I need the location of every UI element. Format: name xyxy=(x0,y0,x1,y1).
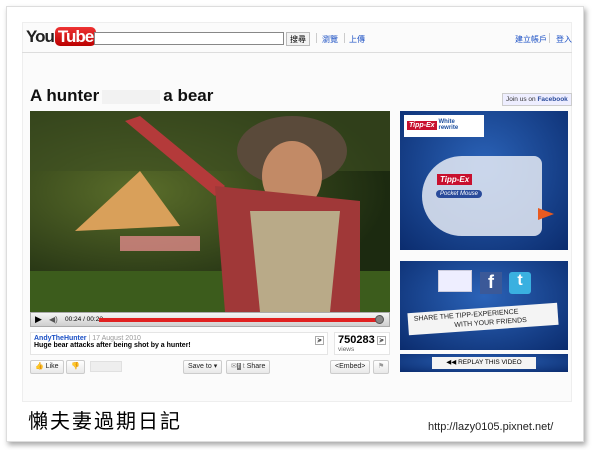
video-info: AndyTheHunter | 17 August 2010 Huge bear… xyxy=(30,332,328,355)
twitter-icon[interactable]: t xyxy=(509,272,531,294)
rating-bar xyxy=(90,361,122,372)
scrubber-handle[interactable] xyxy=(375,315,384,324)
logo-you: You xyxy=(26,27,55,46)
time-display: 00:24 / 00:22 xyxy=(65,316,103,323)
email-icon[interactable] xyxy=(438,270,472,292)
rewind-icon: ◀◀ xyxy=(446,359,459,366)
share-button[interactable]: ✉f t Share xyxy=(226,360,271,374)
product-brand: Tipp-Ex xyxy=(437,174,473,185)
replay-button[interactable]: ◀◀ REPLAY THIS VIDEO xyxy=(432,357,536,369)
tip xyxy=(538,208,554,220)
expand-icon[interactable]: ≽ xyxy=(314,336,324,345)
fb-name: Facebook xyxy=(537,96,568,103)
tippex-ad[interactable]: Tipp-Ex White rewrite Tipp-Ex Pocket Mous… xyxy=(400,111,568,250)
youtube-logo[interactable]: You Tube xyxy=(26,27,97,47)
progress-bar[interactable] xyxy=(99,318,381,322)
sign-in-link[interactable]: 登入 xyxy=(556,34,572,45)
like-label: Like xyxy=(45,363,59,370)
save-to-button[interactable]: Save to ▾ xyxy=(183,360,223,374)
embed-button[interactable]: <Embed> xyxy=(330,360,371,374)
replay-label: REPLAY THIS VIDEO xyxy=(458,359,522,366)
title-part2: a bear xyxy=(163,86,214,105)
video-frame-image xyxy=(30,111,390,312)
expand-icon[interactable]: ≽ xyxy=(376,336,386,345)
tippex-logo: Tipp-Ex White rewrite xyxy=(404,115,484,137)
video-title: A hunter a bear xyxy=(30,86,213,106)
title-blank xyxy=(102,89,161,104)
fb-prefix: Join us on xyxy=(506,96,536,103)
share-banner: SHARE THE TIPP-EXPERIENCE WITH YOUR FRIEN… xyxy=(407,302,559,336)
upload-link[interactable]: 上傳 xyxy=(349,34,365,45)
brand: Tipp-Ex xyxy=(407,120,437,130)
divider xyxy=(344,33,345,43)
share-ad: f t SHARE THE TIPP-EXPERIENCE WITH YOUR F… xyxy=(400,261,568,350)
facebook-icon: f xyxy=(236,363,241,370)
dislike-button[interactable]: 👎 xyxy=(66,360,85,374)
video-description: Huge bear attacks after being shot by a … xyxy=(34,342,191,349)
video-player[interactable] xyxy=(30,111,390,312)
browse-link[interactable]: 瀏覽 xyxy=(322,34,338,45)
blog-url[interactable]: http://lazy0105.pixnet.net/ xyxy=(428,421,553,433)
facebook-button[interactable]: Join us on Facebook xyxy=(502,93,572,106)
flag-icon: ⚑ xyxy=(378,363,385,370)
divider xyxy=(316,33,317,43)
upload-date: 17 August 2010 xyxy=(92,335,141,342)
thumbs-down-icon: 👎 xyxy=(71,363,80,370)
title-part1: A hunter xyxy=(30,86,100,105)
email-icon: ✉ xyxy=(231,363,237,370)
divider xyxy=(549,33,550,43)
view-count: 750283 views ≽ xyxy=(334,332,390,355)
search-button[interactable]: 搜尋 xyxy=(286,32,310,46)
views-label: views xyxy=(338,346,355,353)
volume-icon[interactable]: ◀) xyxy=(49,313,58,326)
chevron-down-icon: ▾ xyxy=(213,363,218,370)
like-button[interactable]: 👍 Like xyxy=(30,360,64,374)
product-image: Tipp-Ex Pocket Mouse xyxy=(422,156,554,236)
header-divider xyxy=(22,52,572,53)
flag-button[interactable]: ⚑ xyxy=(373,360,390,374)
play-icon[interactable]: ▶ xyxy=(35,313,42,326)
twitter-icon: t xyxy=(242,363,245,370)
tagline2: rewrite xyxy=(438,125,459,131)
logo-tube: Tube xyxy=(54,27,97,46)
share-label: Share xyxy=(246,363,266,370)
uploader-link[interactable]: AndyTheHunter xyxy=(34,335,87,342)
thumbs-up-icon: 👍 xyxy=(35,363,44,370)
search-input[interactable] xyxy=(94,32,284,45)
facebook-icon[interactable]: f xyxy=(480,272,502,294)
create-account-link[interactable]: 建立帳戶 xyxy=(515,34,547,45)
replay-ad[interactable]: ◀◀ REPLAY THIS VIDEO xyxy=(400,354,568,372)
save-to-label: Save to xyxy=(188,363,212,370)
blog-title: 懶夫妻過期日記 xyxy=(28,409,182,433)
player-controls: ▶ ◀) 00:24 / 00:22 xyxy=(30,312,390,327)
product-name: Pocket Mouse xyxy=(436,190,483,198)
